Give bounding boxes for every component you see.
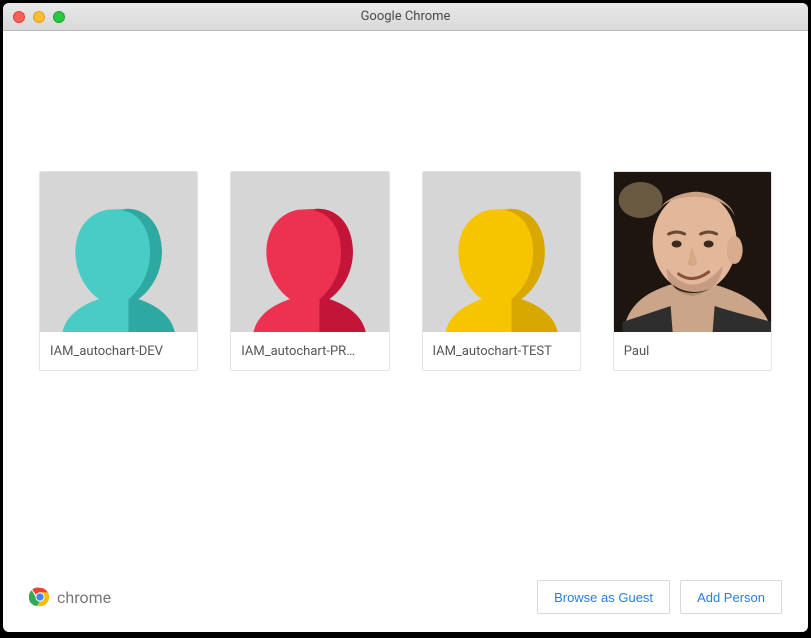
profile-card[interactable]: IAM_autochart-PR…	[230, 171, 389, 371]
profile-label: IAM_autochart-PR…	[231, 332, 388, 370]
avatar	[423, 172, 580, 332]
window-title: Google Chrome	[3, 9, 808, 24]
content-area: IAM_autochart-DEV IAM_autochart-PR…	[3, 31, 808, 632]
silhouette-icon	[423, 172, 580, 332]
browse-as-guest-button[interactable]: Browse as Guest	[537, 580, 670, 614]
profile-card[interactable]: IAM_autochart-DEV	[39, 171, 198, 371]
chrome-icon	[29, 586, 51, 608]
silhouette-icon	[231, 172, 388, 332]
profile-card[interactable]: Paul	[613, 171, 772, 371]
profile-label: IAM_autochart-TEST	[423, 332, 580, 370]
window: Google Chrome IAM_autochart-DEV	[3, 3, 808, 632]
profile-label: IAM_autochart-DEV	[40, 332, 197, 370]
avatar	[40, 172, 197, 332]
profile-label: Paul	[614, 332, 771, 370]
titlebar[interactable]: Google Chrome	[3, 3, 808, 31]
footer: chrome Browse as Guest Add Person	[3, 576, 808, 632]
minimize-window-button[interactable]	[33, 11, 45, 23]
avatar-photo	[614, 172, 771, 332]
profiles-grid: IAM_autochart-DEV IAM_autochart-PR…	[39, 171, 772, 371]
avatar	[231, 172, 388, 332]
maximize-window-button[interactable]	[53, 11, 65, 23]
add-person-button[interactable]: Add Person	[680, 580, 782, 614]
photo-icon	[614, 172, 771, 332]
profile-card[interactable]: IAM_autochart-TEST	[422, 171, 581, 371]
traffic-lights	[13, 11, 65, 23]
close-window-button[interactable]	[13, 11, 25, 23]
silhouette-icon	[40, 172, 197, 332]
profiles-area: IAM_autochart-DEV IAM_autochart-PR…	[3, 31, 808, 576]
chrome-brand-text: chrome	[57, 588, 111, 607]
chrome-brand: chrome	[29, 586, 111, 608]
